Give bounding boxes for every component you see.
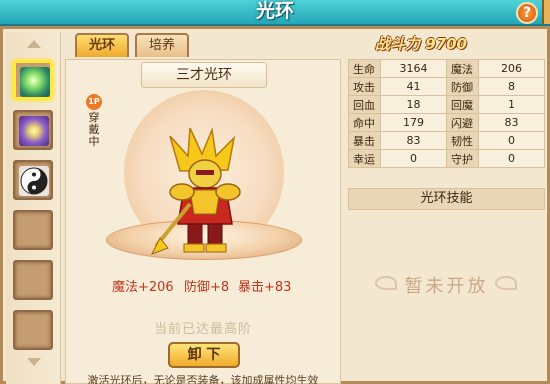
tab-cultivate[interactable]: 培养 xyxy=(135,33,189,57)
stats-table: 生命 3164 魔法 206 攻击 41 防御 8 回血 18 回魔 1 命中 … xyxy=(348,59,545,168)
stat-value: 1 xyxy=(478,95,545,114)
table-row: 幸运 0 守护 0 xyxy=(348,149,545,168)
player-badge-icon: 1P xyxy=(86,94,102,110)
stat-label: 暴击 xyxy=(348,131,381,150)
stat-value: 0 xyxy=(478,131,545,150)
max-level-text: 当前已达最高阶 xyxy=(153,322,252,337)
table-row: 回血 18 回魔 1 xyxy=(348,95,545,114)
stats-panel: 战斗力 9700 生命 3164 魔法 206 攻击 41 防御 8 回血 18… xyxy=(345,32,547,384)
cloud-ornament-icon xyxy=(495,276,517,290)
unequip-button[interactable]: 卸 下 xyxy=(168,342,240,368)
table-row: 攻击 41 防御 8 xyxy=(348,77,545,96)
stat-label: 防御 xyxy=(446,77,479,96)
aura-bonus-3: 暴击+83 xyxy=(238,280,292,295)
scroll-up-arrow-icon[interactable] xyxy=(27,40,41,48)
stat-value: 8 xyxy=(478,77,545,96)
equip-status: 穿戴中 xyxy=(88,111,100,148)
stat-value: 83 xyxy=(478,113,545,132)
aura-panel: 光环 培养 三才光环 1P 穿戴中 魔法+206 防御+8 暴击+83 当前已达… xyxy=(0,26,550,384)
aura-skill-header: 光环技能 xyxy=(348,188,545,210)
stat-value: 206 xyxy=(478,59,545,78)
aura-slot-6[interactable] xyxy=(13,310,53,350)
stat-value: 3164 xyxy=(380,59,447,78)
yin-yang-aura-icon xyxy=(19,166,49,196)
aura-bonus-1: 魔法+206 xyxy=(112,280,174,295)
stat-label: 命中 xyxy=(348,113,381,132)
stat-label: 韧性 xyxy=(446,131,479,150)
golden-armored-hero-icon xyxy=(150,127,241,255)
stat-label: 魔法 xyxy=(446,59,479,78)
aura-slot-list xyxy=(6,32,61,384)
combat-power-value: 9700 xyxy=(425,35,467,53)
table-row: 命中 179 闪避 83 xyxy=(348,113,545,132)
purple-sparkle-aura-icon xyxy=(19,116,49,146)
aura-slot-4[interactable] xyxy=(13,210,53,250)
equipped-indicator: 1P 穿戴中 xyxy=(86,94,102,148)
green-sparkle-aura-icon xyxy=(20,67,50,97)
window-title: 光环 xyxy=(255,0,294,22)
stat-value: 18 xyxy=(380,95,447,114)
aura-bonus-2: 防御+8 xyxy=(184,280,230,295)
aura-name: 三才光环 xyxy=(141,62,267,88)
aura-slot-5[interactable] xyxy=(13,260,53,300)
title-bar: 光环 ? xyxy=(0,0,550,26)
close-tab-edge[interactable] xyxy=(542,0,550,24)
aura-slot-1[interactable] xyxy=(13,60,53,100)
table-row: 生命 3164 魔法 206 xyxy=(348,59,545,78)
stat-label: 生命 xyxy=(348,59,381,78)
tab-aura[interactable]: 光环 xyxy=(75,33,129,57)
table-row: 暴击 83 韧性 0 xyxy=(348,131,545,150)
stat-label: 攻击 xyxy=(348,77,381,96)
stat-label: 回血 xyxy=(348,95,381,114)
aura-slot-3[interactable] xyxy=(13,160,53,200)
aura-slot-2[interactable] xyxy=(13,110,53,150)
combat-power: 战斗力 9700 xyxy=(375,33,525,55)
combat-power-label: 战斗力 xyxy=(375,35,421,53)
stat-value: 83 xyxy=(380,131,447,150)
stat-label: 闪避 xyxy=(446,113,479,132)
activation-note: 激活光环后，无论是否装备，该加成属性均生效 xyxy=(87,374,319,384)
stat-label: 幸运 xyxy=(348,149,381,168)
stat-label: 回魔 xyxy=(446,95,479,114)
scroll-down-arrow-icon[interactable] xyxy=(27,358,41,366)
stat-label: 守护 xyxy=(446,149,479,168)
stat-value: 0 xyxy=(380,149,447,168)
stat-value: 41 xyxy=(380,77,447,96)
help-button[interactable]: ? xyxy=(516,2,538,24)
stat-value: 179 xyxy=(380,113,447,132)
stat-value: 0 xyxy=(478,149,545,168)
aura-detail: 三才光环 1P 穿戴中 魔法+206 防御+8 暴击+83 当前已达最高阶 卸 … xyxy=(65,59,341,384)
